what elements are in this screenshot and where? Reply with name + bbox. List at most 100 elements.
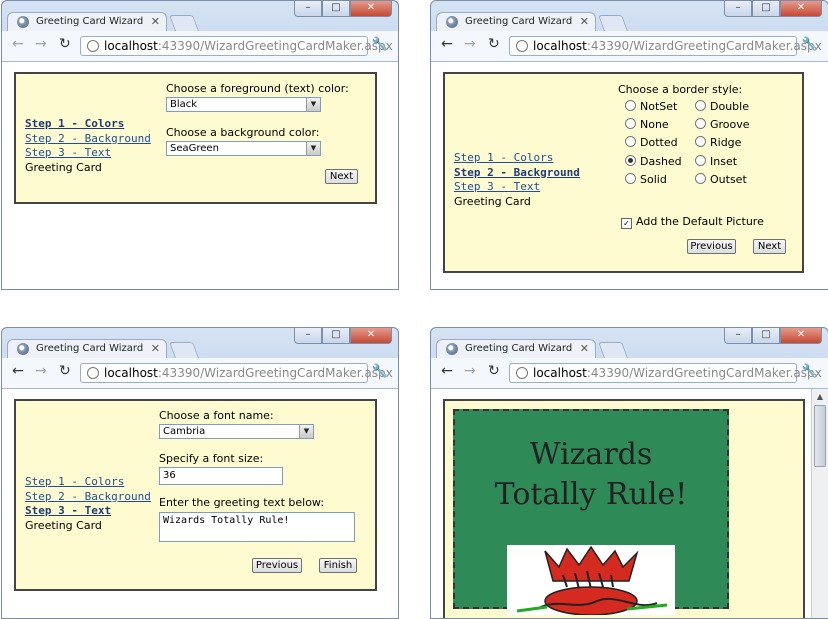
address-bar[interactable]: localhost:43390/WizardGreetingCardMaker.…: [80, 36, 393, 56]
maximize-button[interactable]: □: [322, 328, 350, 344]
border-style-option-dotted[interactable]: Dotted: [625, 136, 678, 149]
radio-unselected-icon[interactable]: [695, 172, 706, 184]
wrench-icon[interactable]: 🔧: [372, 37, 388, 52]
new-tab-button[interactable]: [598, 342, 628, 358]
scroll-up-arrow-icon[interactable]: ▲: [812, 389, 828, 405]
chevron-down-icon[interactable]: ▼: [306, 142, 320, 155]
border-style-option-ridge[interactable]: Ridge: [695, 136, 741, 149]
step-link-colors[interactable]: Step 1 - Colors: [25, 475, 151, 490]
new-tab-button[interactable]: [169, 342, 199, 358]
chevron-down-icon[interactable]: ▼: [306, 98, 320, 111]
step-link-text[interactable]: Step 3 - Text: [25, 504, 151, 519]
tab-close-icon[interactable]: ✕: [151, 15, 160, 28]
reload-icon[interactable]: ↻: [59, 36, 71, 52]
checkbox-checked-icon[interactable]: ✓: [621, 218, 632, 229]
next-button[interactable]: Next: [753, 239, 786, 254]
back-arrow-icon[interactable]: ←: [12, 363, 24, 379]
address-bar[interactable]: localhost:43390/WizardGreetingCardMaker.…: [80, 363, 393, 383]
page-icon: [516, 40, 528, 52]
new-tab-button[interactable]: [169, 15, 199, 31]
minimize-button[interactable]: –: [724, 328, 752, 344]
tab-close-icon[interactable]: ✕: [151, 342, 160, 355]
reload-icon[interactable]: ↻: [488, 36, 500, 52]
reload-icon[interactable]: ↻: [59, 363, 71, 379]
border-style-option-notset[interactable]: NotSet: [625, 100, 677, 113]
step-link-background[interactable]: Step 2 - Background: [454, 166, 580, 181]
browser-tab[interactable]: Greeting Card Wizard ✕: [7, 339, 167, 359]
border-style-option-label: Double: [710, 100, 749, 113]
greeting-line-1: Wizards: [529, 437, 653, 472]
step-link-text[interactable]: Step 3 - Text: [25, 146, 151, 161]
step-link-colors[interactable]: Step 1 - Colors: [25, 117, 151, 132]
wrench-icon[interactable]: 🔧: [802, 37, 818, 52]
window-controls: – □ ✕: [724, 328, 822, 344]
step-link-text[interactable]: Step 3 - Text: [454, 180, 580, 195]
back-arrow-icon[interactable]: ←: [441, 36, 453, 52]
radio-unselected-icon[interactable]: [695, 100, 706, 111]
foreground-select[interactable]: Black ▼: [166, 97, 321, 112]
navigation-bar: ← → ↻ localhost:43390/WizardGreetingCard…: [2, 358, 398, 389]
radio-unselected-icon[interactable]: [625, 118, 636, 130]
maximize-button[interactable]: □: [752, 328, 780, 344]
border-style-option-solid[interactable]: Solid: [625, 172, 667, 186]
forward-arrow-icon[interactable]: →: [35, 36, 47, 52]
next-button[interactable]: Next: [325, 169, 358, 184]
wizard-steps: Step 1 - Colors Step 2 - Background Step…: [25, 475, 151, 533]
background-select[interactable]: SeaGreen ▼: [166, 141, 321, 156]
font-name-select[interactable]: Cambria ▼: [159, 424, 314, 439]
minimize-button[interactable]: –: [294, 1, 322, 17]
tab-close-icon[interactable]: ✕: [580, 15, 589, 28]
close-window-button[interactable]: ✕: [350, 328, 392, 344]
border-style-option-dashed[interactable]: Dashed: [625, 154, 682, 168]
address-bar[interactable]: localhost:43390/WizardGreetingCardMaker.…: [509, 363, 822, 383]
radio-unselected-icon[interactable]: [695, 136, 706, 148]
browser-tab[interactable]: Greeting Card Wizard ✕: [7, 12, 167, 32]
minimize-button[interactable]: –: [724, 1, 752, 17]
maximize-button[interactable]: □: [322, 1, 350, 17]
chevron-down-icon[interactable]: ▼: [299, 425, 313, 438]
close-window-button[interactable]: ✕: [350, 1, 392, 17]
border-style-option-outset[interactable]: Outset: [695, 172, 747, 186]
border-style-option-none[interactable]: None: [625, 118, 669, 131]
font-size-input[interactable]: 36: [159, 467, 283, 485]
browser-tab[interactable]: Greeting Card Wizard ✕: [436, 339, 596, 359]
radio-unselected-icon[interactable]: [695, 154, 706, 166]
previous-button[interactable]: Previous: [252, 558, 302, 573]
forward-arrow-icon[interactable]: →: [35, 363, 47, 379]
back-arrow-icon[interactable]: ←: [441, 363, 453, 379]
border-style-option-label: Solid: [640, 172, 667, 186]
step-link-colors[interactable]: Step 1 - Colors: [454, 151, 580, 166]
close-window-button[interactable]: ✕: [780, 1, 822, 17]
reload-icon[interactable]: ↻: [488, 363, 500, 379]
title-bar: Greeting Card Wizard ✕ – □ ✕: [2, 328, 398, 359]
close-window-button[interactable]: ✕: [780, 328, 822, 344]
default-picture-option[interactable]: ✓ Add the Default Picture: [621, 215, 764, 229]
tab-close-icon[interactable]: ✕: [580, 342, 589, 355]
radio-unselected-icon[interactable]: [625, 136, 636, 148]
previous-button[interactable]: Previous: [687, 239, 736, 254]
address-bar[interactable]: localhost:43390/WizardGreetingCardMaker.…: [509, 36, 822, 56]
wrench-icon[interactable]: 🔧: [372, 364, 388, 379]
step-link-background[interactable]: Step 2 - Background: [25, 132, 151, 147]
finish-button[interactable]: Finish: [319, 558, 357, 573]
wrench-icon[interactable]: 🔧: [802, 364, 818, 379]
radio-selected-icon[interactable]: [625, 154, 636, 166]
new-tab-button[interactable]: [598, 15, 628, 31]
radio-unselected-icon[interactable]: [625, 172, 636, 184]
scrollbar-thumb[interactable]: [814, 405, 826, 467]
browser-tab[interactable]: Greeting Card Wizard ✕: [436, 12, 596, 32]
maximize-button[interactable]: □: [752, 1, 780, 17]
forward-arrow-icon[interactable]: →: [464, 363, 476, 379]
forward-arrow-icon[interactable]: →: [464, 36, 476, 52]
vertical-scrollbar[interactable]: ▲: [811, 389, 828, 618]
radio-unselected-icon[interactable]: [695, 118, 706, 130]
border-style-option-groove[interactable]: Groove: [695, 118, 750, 131]
border-style-option-double[interactable]: Double: [695, 100, 749, 113]
greeting-text-area[interactable]: Wizards Totally Rule!: [159, 512, 355, 542]
step-link-background[interactable]: Step 2 - Background: [25, 490, 151, 505]
border-style-option-label: Inset: [710, 154, 738, 168]
border-style-option-inset[interactable]: Inset: [695, 154, 738, 168]
back-arrow-icon[interactable]: ←: [12, 36, 24, 52]
radio-unselected-icon[interactable]: [625, 100, 636, 111]
minimize-button[interactable]: –: [294, 328, 322, 344]
